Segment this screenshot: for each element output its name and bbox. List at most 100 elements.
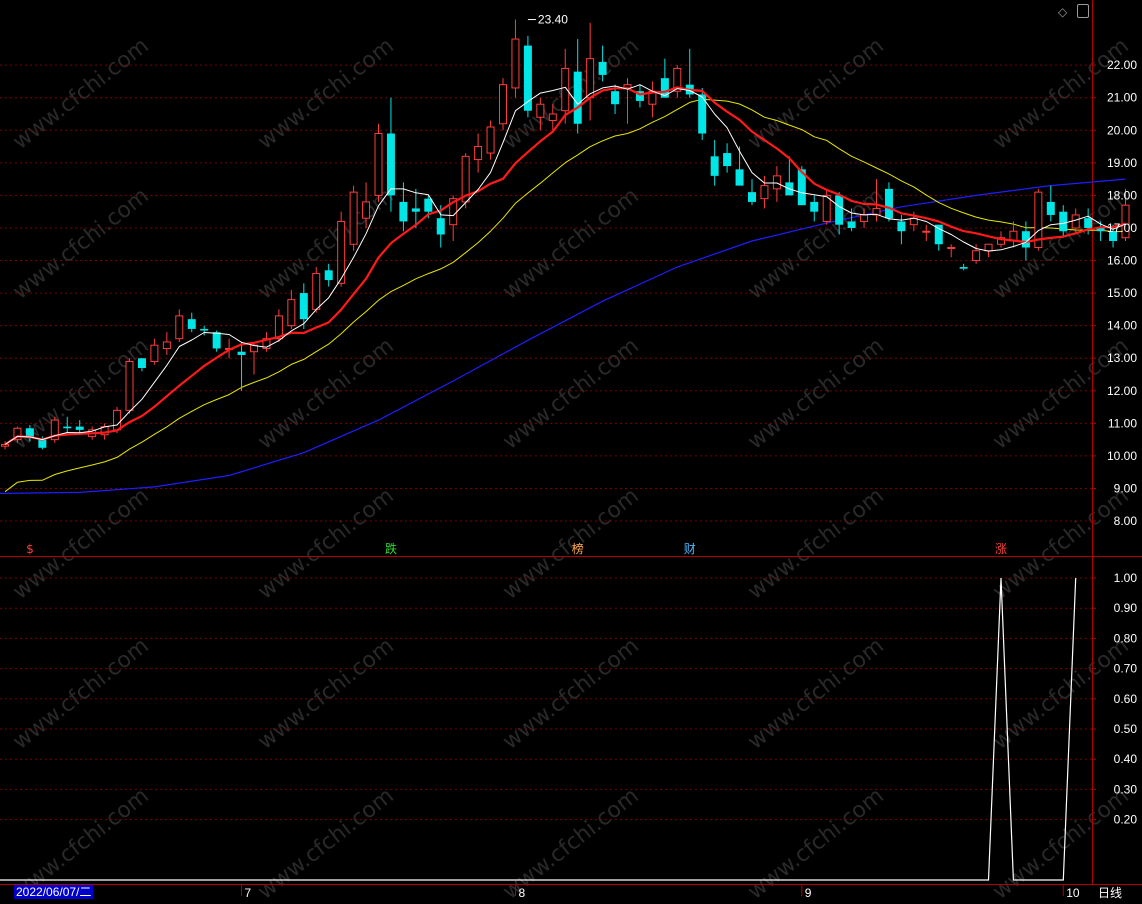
y-tick-label: 1.00 (1114, 571, 1138, 585)
event-marker: 财 (684, 542, 696, 556)
candle-body (212, 332, 221, 349)
candle-body (884, 188, 893, 219)
candle-body (499, 84, 507, 125)
candle-body (922, 230, 931, 233)
y-tick-label: 0.60 (1114, 692, 1138, 706)
candle (374, 123, 383, 202)
candle-body (947, 247, 956, 250)
y-tick-label: 8.00 (1114, 514, 1138, 528)
candle-body (710, 156, 719, 176)
candle-body (598, 61, 607, 75)
candle-body (611, 91, 620, 105)
window-icon[interactable] (1077, 4, 1089, 18)
candle-body (835, 195, 844, 225)
candle-body (237, 351, 246, 355)
candle-body (299, 293, 308, 320)
candle-body (63, 426, 72, 429)
chart-background (0, 0, 1142, 904)
y-tick-label: 16.00 (1107, 254, 1137, 268)
candle (125, 358, 134, 414)
candle-body (200, 328, 209, 331)
candle-body (38, 439, 47, 448)
candle-body (772, 175, 781, 190)
y-tick-label: 0.30 (1114, 782, 1138, 796)
y-tick-label: 10.00 (1107, 449, 1137, 463)
y-tick-label: 9.00 (1114, 481, 1138, 495)
y-tick-label: 0.70 (1114, 662, 1138, 676)
candle-body (586, 58, 595, 99)
event-marker: 榜 (572, 541, 584, 556)
x-tick-label: 8 (518, 886, 525, 900)
y-tick-label: 0.40 (1114, 752, 1138, 766)
y-tick-label: 18.00 (1107, 188, 1137, 202)
candle (312, 267, 321, 313)
candle-body (897, 221, 906, 232)
period-selector[interactable]: 日线 (1098, 884, 1122, 901)
candle-body (1071, 214, 1080, 229)
candle-body (113, 409, 122, 431)
candle-body (1084, 218, 1093, 228)
y-tick-label: 0.90 (1114, 601, 1138, 615)
y-tick-label: 17.00 (1107, 221, 1137, 235)
candle (499, 78, 507, 131)
stock-chart[interactable]: www.cfchi.com www.cfchi.com www.cfchi.com w… (0, 0, 1142, 904)
candle-body (1, 444, 9, 447)
x-tick-label: 9 (805, 886, 812, 900)
candle-body (175, 315, 184, 340)
y-tick-label: 22.00 (1107, 58, 1137, 72)
candle-body (573, 71, 582, 124)
y-tick-label: 11.00 (1108, 416, 1137, 430)
candle-body (810, 201, 819, 212)
candle-body (399, 201, 408, 222)
candle-body (735, 169, 744, 186)
date-cursor-label: 2022/06/07/二 (14, 885, 94, 899)
candle-body (723, 153, 732, 167)
y-tick-label: 13.00 (1107, 351, 1137, 365)
candle (523, 35, 532, 118)
event-marker: 涨 (995, 541, 1007, 556)
candle (349, 185, 358, 251)
candle-body (847, 221, 856, 228)
diamond-icon[interactable]: ◇ (1058, 5, 1067, 19)
candle-body (187, 319, 196, 329)
candle-body (287, 299, 296, 327)
candle-body (436, 218, 445, 235)
candle-body (536, 103, 545, 118)
candle-body (822, 194, 831, 222)
candle-body (486, 126, 495, 154)
candle-body (511, 38, 520, 89)
x-tick-label: 10 (1066, 886, 1080, 900)
candle-body (362, 201, 371, 219)
max-price-label: 23.40 (538, 13, 568, 27)
candle-body (1059, 211, 1068, 232)
y-tick-label: 12.00 (1107, 384, 1137, 398)
candle-body (959, 267, 968, 269)
event-marker: $ (26, 542, 34, 556)
candle-body (137, 358, 146, 368)
candle-body (561, 67, 570, 112)
y-tick-label: 19.00 (1107, 156, 1137, 170)
candle-body (411, 208, 420, 212)
candle (50, 416, 59, 443)
candle-body (984, 243, 993, 252)
y-tick-label: 0.20 (1114, 813, 1138, 827)
candle-body (1046, 201, 1055, 215)
candle-body (374, 133, 383, 196)
candle-body (760, 185, 769, 200)
candle-body (312, 273, 321, 310)
candle-body (548, 113, 557, 121)
candle-body (972, 250, 981, 262)
y-tick-label: 0.50 (1114, 722, 1138, 736)
y-tick-label: 0.80 (1114, 631, 1138, 645)
candle-body (934, 224, 943, 245)
y-tick-label: 14.00 (1107, 319, 1137, 333)
candle-body (324, 270, 333, 281)
candle-body (424, 198, 433, 212)
candle-body (162, 341, 171, 349)
candle-body (125, 360, 134, 411)
candle-body (748, 192, 756, 202)
y-tick-label: 21.00 (1107, 91, 1137, 105)
candle-body (474, 146, 483, 161)
candle (1034, 188, 1043, 251)
candle-body (860, 214, 869, 222)
